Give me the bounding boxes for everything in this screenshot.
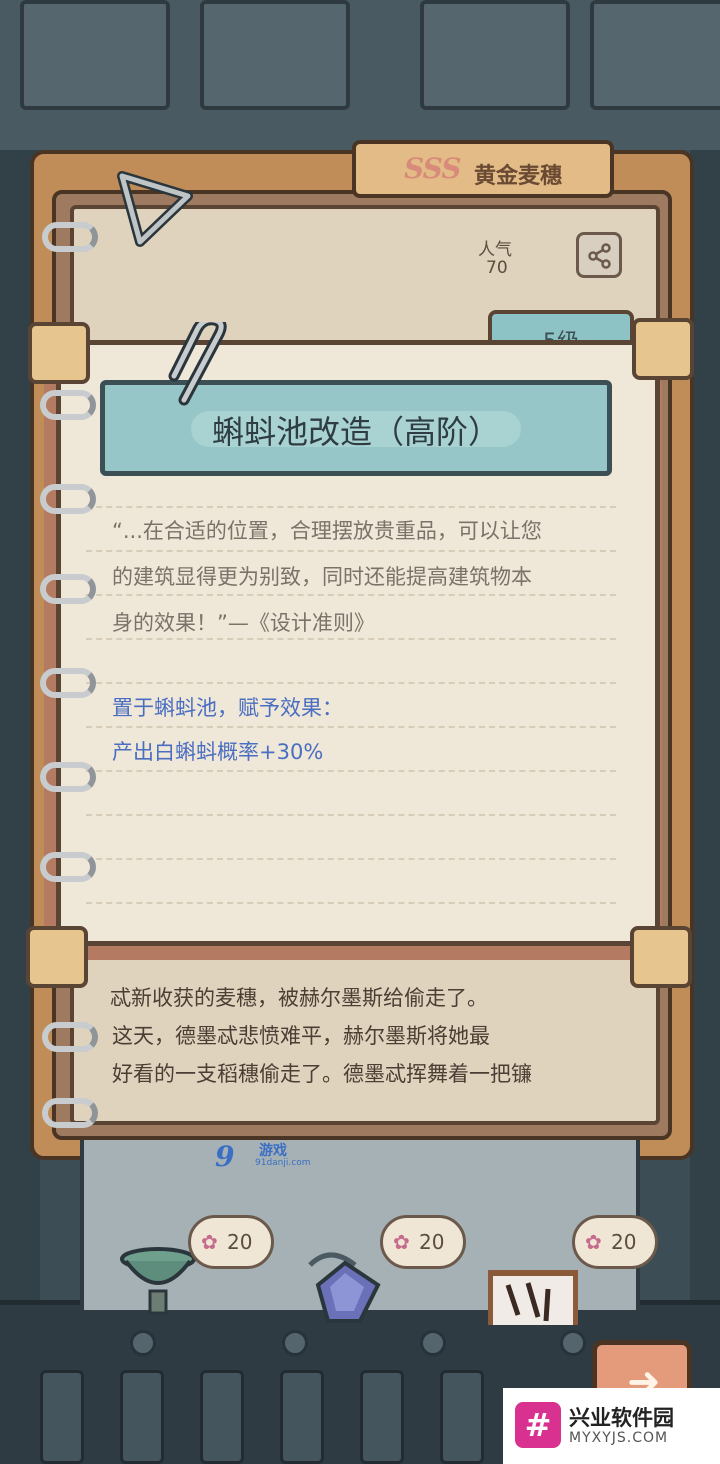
- site-url: MYXYJS.COM: [569, 1430, 669, 1446]
- corner-bracket: [28, 322, 90, 384]
- effect-heading: 置于蝌蚪池，赋予效果：: [112, 696, 343, 720]
- binder-ring: [40, 574, 96, 604]
- paper-line: [86, 858, 616, 860]
- flower-icon: ✿: [201, 1230, 218, 1254]
- binder-ring: [40, 390, 96, 420]
- flavor-quote: “...在合适的位置，合理摆放贵重品，可以让您 的建筑显得更为别致，同时还能提高…: [112, 508, 617, 646]
- corner-bracket: [26, 926, 88, 988]
- site-watermark: # 兴业软件园 MYXYJS.COM: [503, 1388, 720, 1464]
- floor-post: [200, 1370, 244, 1464]
- quote-line: “...在合适的位置，合理摆放贵重品，可以让您: [112, 519, 542, 543]
- gem-amulet-icon: [308, 1252, 381, 1323]
- framed-painting-icon: [488, 1270, 578, 1325]
- flower-icon: ✿: [393, 1230, 410, 1254]
- decoration-item[interactable]: ✿ 20: [300, 1215, 466, 1323]
- decoration-item[interactable]: ✿ 20: [120, 1215, 274, 1315]
- corner-bracket: [632, 318, 694, 380]
- floor-post: [360, 1370, 404, 1464]
- popularity-value: 70: [486, 258, 508, 278]
- watermark-91-logo: 9 游戏 91danji.com: [215, 1140, 311, 1174]
- cost-value: 20: [227, 1230, 253, 1254]
- binder-ring: [40, 668, 96, 698]
- paper-line: [86, 814, 616, 816]
- background-panel: [590, 0, 720, 110]
- binder-ring: [40, 852, 96, 882]
- paper-line: [86, 770, 616, 772]
- binder-ring: [42, 222, 98, 252]
- story-text: 这天，德墨忒悲愤难平，赫尔墨斯将她最: [112, 1024, 490, 1048]
- cost-bubble: ✿ 20: [188, 1215, 274, 1269]
- site-name: 兴业软件园: [569, 1406, 674, 1430]
- dialog-title: 蝌蚪池改造（高阶）: [211, 413, 500, 451]
- cost-value: 20: [419, 1230, 445, 1254]
- background-side-right: [690, 150, 720, 1300]
- screw-icon: [282, 1330, 308, 1356]
- cost-bubble: ✿ 20: [572, 1215, 658, 1269]
- background-panel: [420, 0, 570, 110]
- quote-line: 的建筑显得更为别致，同时还能提高建筑物本: [112, 565, 532, 589]
- paper-line: [86, 726, 616, 728]
- paper-clip-icon: [168, 322, 227, 406]
- rarity-badge: SSS: [404, 152, 461, 185]
- screw-icon: [420, 1330, 446, 1356]
- cost-value: 20: [611, 1230, 637, 1254]
- floor-post: [280, 1370, 324, 1464]
- share-icon: [588, 243, 611, 269]
- effect-description: 产出白蝌蚪概率+30%: [112, 740, 324, 764]
- watermark-91-mark: 9: [215, 1140, 235, 1173]
- binder-ring: [40, 484, 96, 514]
- background-panel: [20, 0, 170, 110]
- site-logo-icon: #: [515, 1402, 561, 1448]
- floor-post: [440, 1370, 484, 1464]
- share-button[interactable]: [576, 232, 622, 278]
- story-text: 好看的一支稻穗偷走了。德墨忒挥舞着一把镰: [112, 1062, 532, 1086]
- floor-post: [120, 1370, 164, 1464]
- cost-bubble: ✿ 20: [380, 1215, 466, 1269]
- paper-line: [86, 682, 616, 684]
- floor-post: [40, 1370, 84, 1464]
- item-name: 黄金麦穗: [474, 164, 563, 189]
- background-panel: [200, 0, 350, 110]
- decoration-item[interactable]: ✿ 20: [488, 1215, 658, 1325]
- story-text: 忒新收获的麦穗，被赫尔墨斯给偷走了。: [110, 986, 488, 1010]
- binder-ring: [42, 1022, 98, 1052]
- popularity-label: 人气: [478, 240, 512, 260]
- binder-ring: [42, 1098, 98, 1128]
- watermark-91-url: 91danji.com: [255, 1158, 311, 1168]
- quote-line: 身的效果！”—《设计准则》: [112, 611, 375, 635]
- screw-icon: [560, 1330, 586, 1356]
- watermark-91-name: 游戏: [259, 1143, 287, 1159]
- triangle-pin-icon: [117, 171, 193, 247]
- binder-ring: [40, 762, 96, 792]
- corner-bracket: [630, 926, 692, 988]
- flower-icon: ✿: [585, 1230, 602, 1254]
- paper-line: [86, 902, 616, 904]
- screw-icon: [130, 1330, 156, 1356]
